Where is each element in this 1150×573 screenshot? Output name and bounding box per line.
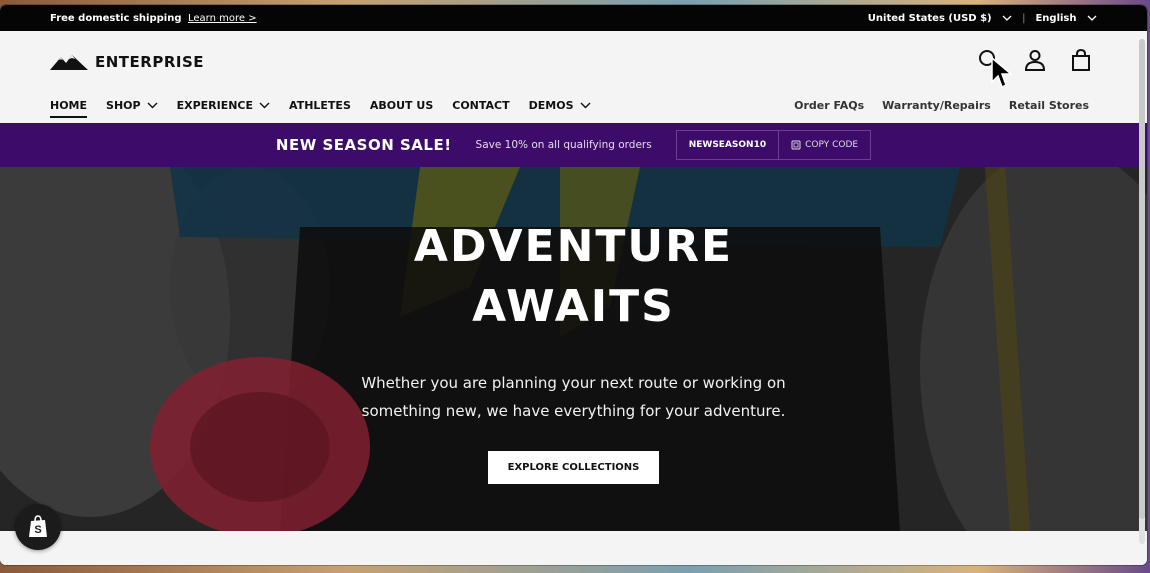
nav-about-us[interactable]: ABOUT US: [370, 99, 433, 118]
learn-more-link[interactable]: Learn more >: [188, 13, 257, 24]
secondary-nav: Order FAQs Warranty/Repairs Retail Store…: [794, 99, 1089, 112]
nav-shop[interactable]: SHOP: [106, 99, 158, 118]
nav-athletes[interactable]: ATHLETES: [289, 99, 351, 118]
promo-subtext: Save 10% on all qualifying orders: [475, 139, 652, 151]
nav-experience[interactable]: EXPERIENCE: [177, 99, 270, 118]
hero-text-line1: Whether you are planning your next route…: [361, 374, 786, 392]
mouse-cursor-icon: [991, 56, 1014, 89]
shipping-notice: Free domestic shipping Learn more >: [50, 13, 257, 24]
chevron-down-icon: [580, 102, 590, 109]
currency-label: United States (USD $): [867, 12, 992, 24]
site-header: ENTERPRISE HOME SHOP EXPERIENCE ATHLETES…: [0, 31, 1147, 123]
language-label: English: [1035, 12, 1077, 24]
nav-label: EXPERIENCE: [176, 99, 254, 112]
chevron-down-icon: [147, 102, 158, 109]
promo-banner: NEW SEASON SALE! Save 10% on all qualify…: [0, 123, 1147, 167]
nav-contact[interactable]: CONTACT: [452, 99, 509, 118]
hero-content: ADVENTURE AWAITS Whether you are plannin…: [0, 217, 1147, 484]
main-nav: HOME SHOP EXPERIENCE ATHLETES ABOUT US C…: [50, 99, 591, 118]
chevron-down-icon: [1002, 14, 1012, 24]
browser-window: Free domestic shipping Learn more > Unit…: [0, 5, 1147, 565]
shipping-text: Free domestic shipping: [50, 12, 182, 24]
scrollbar-thumb[interactable]: [1139, 39, 1145, 519]
cart-bag-icon[interactable]: [1070, 49, 1092, 71]
promo-code: NEWSEASON10: [677, 131, 780, 159]
hero-description: Whether you are planning your next route…: [0, 369, 1147, 425]
nav-demos[interactable]: DEMOS: [529, 99, 591, 118]
explore-collections-button[interactable]: EXPLORE COLLECTIONS: [487, 451, 660, 484]
page-below-hero: [0, 531, 1147, 565]
account-icon[interactable]: [1024, 49, 1046, 71]
shopify-icon[interactable]: S: [15, 504, 61, 550]
hero-title-line2: AWAITS: [472, 281, 675, 332]
hero-title-line1: ADVENTURE: [413, 221, 734, 272]
chevron-down-icon: [1087, 14, 1097, 24]
nav-label: ABOUT US: [369, 99, 434, 112]
copy-code-button[interactable]: COPY CODE: [779, 131, 870, 159]
promo-code-box: NEWSEASON10 COPY CODE: [675, 130, 872, 160]
chevron-down-icon: [259, 102, 270, 109]
nav-label: DEMOS: [528, 99, 574, 112]
brand-name: ENTERPRISE: [95, 53, 205, 71]
nav-label: SHOP: [106, 99, 141, 112]
announcement-bar: Free domestic shipping Learn more > Unit…: [0, 5, 1147, 31]
copy-icon: [791, 140, 801, 150]
nav-label: ATHLETES: [289, 99, 351, 112]
language-selector[interactable]: English: [1035, 13, 1097, 24]
currency-selector[interactable]: United States (USD $): [868, 13, 1012, 24]
nav-label: HOME: [50, 99, 88, 112]
scrollbar[interactable]: [1139, 39, 1145, 544]
nav-home[interactable]: HOME: [50, 99, 88, 118]
nav-label: CONTACT: [452, 99, 510, 112]
hero-banner: ADVENTURE AWAITS Whether you are plannin…: [0, 167, 1147, 531]
retail-stores-link[interactable]: Retail Stores: [1009, 99, 1089, 112]
divider: |: [1022, 12, 1026, 24]
hero-text-line2: something new, we have everything for yo…: [361, 402, 786, 420]
mountain-logo-icon: [50, 55, 88, 70]
copy-code-label: COPY CODE: [805, 140, 859, 150]
promo-headline: NEW SEASON SALE!: [275, 136, 452, 154]
svg-text:S: S: [34, 524, 41, 536]
brand-logo[interactable]: ENTERPRISE: [50, 53, 204, 71]
warranty-repairs-link[interactable]: Warranty/Repairs: [882, 99, 991, 112]
hero-title: ADVENTURE AWAITS: [0, 217, 1147, 337]
order-faqs-link[interactable]: Order FAQs: [794, 99, 864, 112]
